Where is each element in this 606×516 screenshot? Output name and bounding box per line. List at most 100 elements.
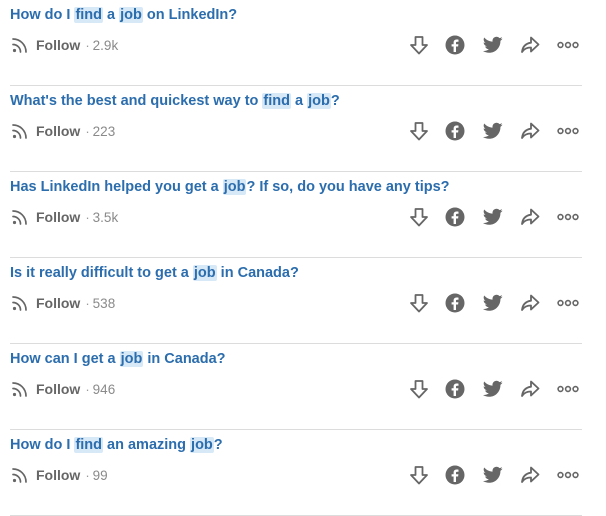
question-title-link[interactable]: What's the best and quickest way to find… — [10, 91, 340, 111]
follow-button[interactable]: Follow — [10, 207, 80, 227]
twitter-icon[interactable] — [480, 290, 506, 316]
rss-follow-icon — [10, 465, 30, 485]
facebook-icon[interactable] — [442, 204, 468, 230]
follow-label: Follow — [36, 37, 81, 53]
question-text: ? If so, do you have any tips? — [246, 179, 450, 195]
separator-dot: · — [85, 37, 90, 53]
share-icon[interactable] — [517, 32, 543, 58]
question-text: What's the best and quickest way to — [10, 93, 263, 109]
downvote-icon[interactable] — [406, 376, 432, 402]
twitter-icon[interactable] — [480, 32, 506, 58]
question-text: on LinkedIn? — [142, 7, 238, 23]
question-title-link[interactable]: Is it really difficult to get a job in C… — [10, 263, 299, 283]
follow-label: Follow — [36, 467, 81, 483]
twitter-icon[interactable] — [480, 376, 506, 402]
downvote-icon[interactable] — [406, 118, 432, 144]
action-bar — [406, 462, 582, 488]
separator-dot: · — [85, 381, 90, 397]
question-text: ? — [330, 93, 340, 109]
highlighted-term: find — [74, 437, 104, 453]
follower-count: 99 — [92, 467, 108, 483]
highlighted-term: job — [119, 7, 143, 23]
follow-button[interactable]: Follow — [10, 293, 80, 313]
facebook-icon[interactable] — [442, 462, 468, 488]
share-icon[interactable] — [517, 462, 543, 488]
share-icon[interactable] — [517, 204, 543, 230]
share-icon[interactable] — [517, 376, 543, 402]
question-text: Is it really difficult to get a — [10, 265, 193, 281]
question-item: Has LinkedIn helped you get a job? If so… — [10, 172, 582, 258]
more-options-icon[interactable] — [555, 376, 581, 402]
question-item: How do I find a job on LinkedIn? Follow · 2… — [10, 0, 582, 86]
follow-row: Follow · 223 — [10, 120, 115, 142]
rss-follow-icon — [10, 35, 30, 55]
question-title-link[interactable]: How do I find a job on LinkedIn? — [10, 5, 237, 25]
follow-button[interactable]: Follow — [10, 121, 80, 141]
action-bar — [406, 118, 582, 144]
more-options-icon[interactable] — [555, 118, 581, 144]
rss-follow-icon — [10, 379, 30, 399]
follower-count: 223 — [92, 123, 116, 139]
facebook-icon[interactable] — [442, 118, 468, 144]
question-text: How can I get a — [10, 351, 120, 367]
question-item: What's the best and quickest way to find… — [10, 86, 582, 172]
twitter-icon[interactable] — [480, 118, 506, 144]
downvote-icon[interactable] — [406, 290, 432, 316]
facebook-icon[interactable] — [442, 290, 468, 316]
action-bar — [406, 290, 582, 316]
follow-label: Follow — [36, 209, 81, 225]
separator-dot: · — [85, 467, 90, 483]
share-icon[interactable] — [517, 118, 543, 144]
highlighted-term: job — [192, 265, 217, 281]
more-options-icon[interactable] — [555, 462, 581, 488]
question-title-link[interactable]: Has LinkedIn helped you get a job? If so… — [10, 177, 450, 197]
share-icon[interactable] — [517, 290, 543, 316]
highlighted-term: job — [222, 179, 247, 195]
follower-count: 538 — [92, 295, 116, 311]
facebook-icon[interactable] — [442, 32, 468, 58]
question-text: in Canada? — [216, 265, 299, 281]
follower-count: 3.5k — [92, 209, 119, 225]
question-text: an amazing — [103, 437, 191, 453]
question-list: How do I find a job on LinkedIn? Follow · 2… — [10, 0, 582, 516]
follow-row: Follow · 99 — [10, 464, 108, 486]
twitter-icon[interactable] — [480, 462, 506, 488]
question-title-link[interactable]: How can I get a job in Canada? — [10, 349, 226, 369]
more-options-icon[interactable] — [555, 32, 581, 58]
action-bar — [406, 32, 582, 58]
follow-label: Follow — [36, 123, 81, 139]
follow-label: Follow — [36, 381, 81, 397]
question-text: How do I — [10, 7, 75, 23]
question-text: a — [103, 7, 120, 23]
question-text: a — [291, 93, 308, 109]
follower-count: 2.9k — [92, 37, 119, 53]
rss-follow-icon — [10, 293, 30, 313]
follow-button[interactable]: Follow — [10, 35, 80, 55]
twitter-icon[interactable] — [480, 204, 506, 230]
follow-button[interactable]: Follow — [10, 379, 80, 399]
separator-dot: · — [85, 295, 90, 311]
question-text: Has LinkedIn helped you get a — [10, 179, 223, 195]
separator-dot: · — [85, 123, 90, 139]
highlighted-term: job — [190, 437, 214, 453]
downvote-icon[interactable] — [406, 462, 432, 488]
rss-follow-icon — [10, 207, 30, 227]
follower-count: 946 — [92, 381, 116, 397]
question-title-link[interactable]: How do I find an amazing job? — [10, 435, 223, 455]
downvote-icon[interactable] — [406, 204, 432, 230]
question-item: Is it really difficult to get a job in C… — [10, 258, 582, 344]
follow-row: Follow · 2.9k — [10, 34, 118, 56]
more-options-icon[interactable] — [555, 290, 581, 316]
follow-row: Follow · 946 — [10, 378, 115, 400]
highlighted-term: find — [262, 93, 291, 109]
question-text: ? — [213, 437, 223, 453]
facebook-icon[interactable] — [442, 376, 468, 402]
question-item: How can I get a job in Canada? Follow · 946 — [10, 344, 582, 430]
more-options-icon[interactable] — [555, 204, 581, 230]
downvote-icon[interactable] — [406, 32, 432, 58]
follow-button[interactable]: Follow — [10, 465, 80, 485]
follow-row: Follow · 3.5k — [10, 206, 118, 228]
follow-row: Follow · 538 — [10, 292, 115, 314]
question-text: How do I — [10, 437, 75, 453]
rss-follow-icon — [10, 121, 30, 141]
